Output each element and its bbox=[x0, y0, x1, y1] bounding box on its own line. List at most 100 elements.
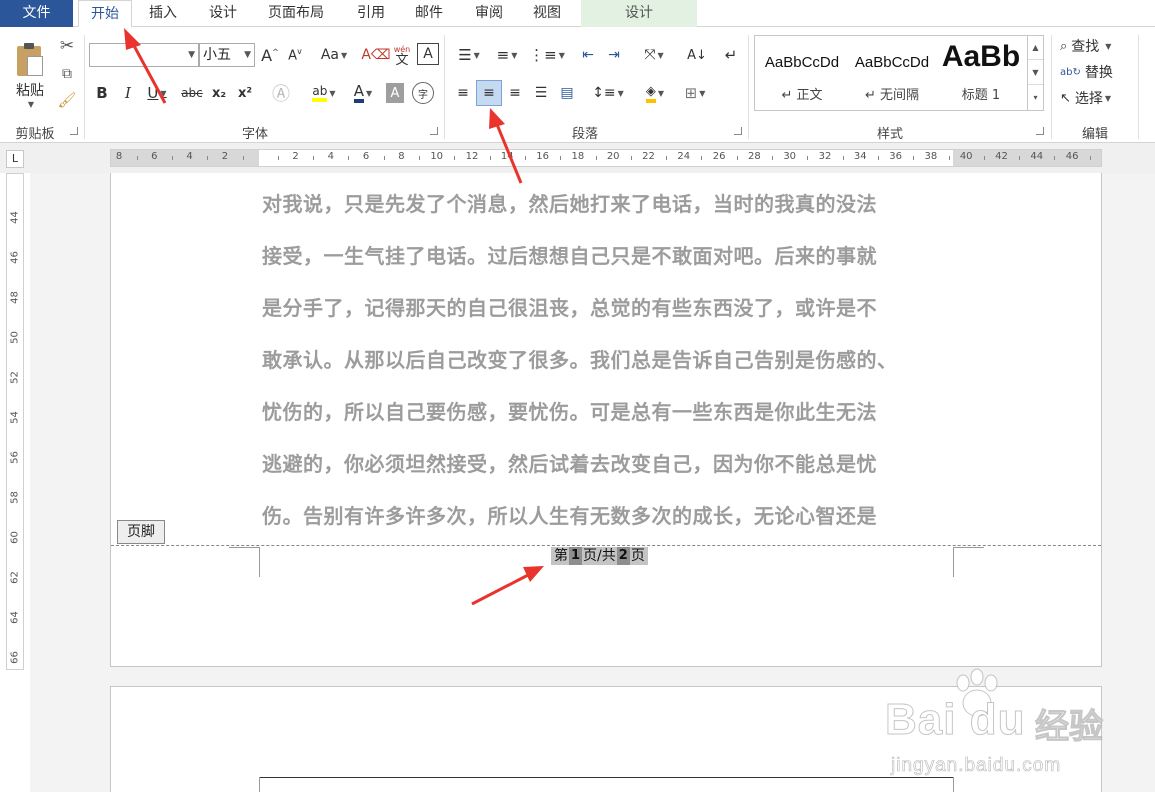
distributed-button[interactable]: ▤ bbox=[556, 81, 578, 105]
tab-header-footer-design[interactable]: 设计 bbox=[581, 0, 697, 27]
chevron-down-icon: ▼ bbox=[657, 88, 665, 98]
increase-indent-button[interactable]: ⇥ bbox=[602, 43, 626, 67]
paintbrush-icon: 🖌 bbox=[57, 91, 77, 109]
replace-button[interactable]: ab↻ 替换 bbox=[1060, 61, 1132, 83]
line-spacing-button[interactable]: ↕≡ ▼ bbox=[590, 81, 626, 105]
ribbon-tab-bar: 文件 开始 插入 设计 页面布局 引用 邮件 审阅 视图 设计 bbox=[0, 0, 1155, 28]
style-no-spacing[interactable]: AaBbCcDd ↵ 无间隔 bbox=[847, 36, 937, 110]
subscript-button[interactable]: x₂ bbox=[208, 81, 230, 105]
clear-formatting-button[interactable]: A⌫ bbox=[361, 43, 390, 67]
tab-mailings[interactable]: 邮件 bbox=[406, 0, 452, 27]
ruler-tick bbox=[913, 156, 915, 160]
bold-button[interactable]: B bbox=[92, 81, 112, 105]
footer-page-number[interactable]: 第 1 页/共 2 页 bbox=[551, 547, 648, 565]
ruler-label: 26 bbox=[712, 151, 726, 162]
vertical-ruler-label: 48 bbox=[9, 291, 21, 304]
ruler-tick bbox=[454, 156, 456, 160]
format-painter-button[interactable]: 🖌 bbox=[56, 89, 78, 111]
shading-button[interactable]: ◈ ▼ bbox=[638, 81, 672, 105]
align-right-button[interactable]: ≡ bbox=[504, 81, 526, 105]
body-text-line[interactable]: 敢承认。从那以后自己改变了很多。我们总是告诉自己告别是伤感的、 bbox=[262, 344, 954, 373]
horizontal-ruler[interactable]: 8 6 4 2 2 4 6 8 10 12 14 16 18 20 22 24 26 28 30 32 34 36 38 40… bbox=[110, 149, 1102, 167]
ruler-label: 4 bbox=[327, 151, 334, 162]
show-formatting-marks-button[interactable]: ↵ bbox=[720, 43, 742, 67]
justify-button[interactable]: ☰ bbox=[530, 81, 552, 105]
ruler-area: L 8 6 4 2 2 4 6 8 10 12 14 16 18 20 22 24 26 28 30 32 34 36 38… bbox=[0, 143, 1155, 173]
ruler-label: 2 bbox=[221, 151, 229, 162]
italic-button[interactable]: I bbox=[118, 81, 138, 105]
styles-dialog-launcher[interactable] bbox=[1036, 127, 1044, 135]
font-size-combo[interactable]: 小五 ▼ bbox=[199, 43, 255, 67]
font-color-button[interactable]: A ▼ bbox=[346, 81, 380, 105]
body-text-line[interactable]: 逃避的，你必须坦然接受，然后试着去改变自己，因为你不能总是忧 bbox=[262, 448, 954, 477]
total-pages-field[interactable]: 2 bbox=[616, 547, 630, 565]
group-label-editing: 编辑 bbox=[1081, 127, 1108, 142]
vertical-ruler[interactable]: 44 46 48 50 52 54 56 58 60 62 64 66 bbox=[6, 173, 24, 670]
page-1[interactable]: 对我说，只是先发了个消息，然后她打来了电话，当时的我真的没法 接受，一生气挂了电… bbox=[110, 173, 1102, 667]
paragraph-dialog-launcher[interactable] bbox=[734, 127, 742, 135]
font-name-combo[interactable]: ▼ bbox=[89, 43, 199, 67]
decrease-indent-icon: ⇤ bbox=[582, 47, 594, 63]
body-text-line[interactable]: 对我说，只是先发了个消息，然后她打来了电话，当时的我真的没法 bbox=[262, 188, 954, 217]
grow-font-button[interactable]: A^ bbox=[259, 43, 281, 67]
grow-font-icon: A^ bbox=[261, 45, 279, 65]
style-normal[interactable]: AaBbCcDd ↵ 正文 bbox=[757, 36, 847, 110]
chinese-layout-button[interactable]: ⤧ ▼ bbox=[636, 43, 672, 67]
tab-insert[interactable]: 插入 bbox=[140, 0, 186, 27]
tab-file[interactable]: 文件 bbox=[0, 0, 73, 27]
scissors-icon: ✂ bbox=[59, 36, 75, 56]
character-border-button[interactable]: A bbox=[417, 43, 439, 65]
highlight-button[interactable]: ab ▼ bbox=[306, 81, 342, 105]
enclose-characters-button[interactable]: 字 bbox=[412, 82, 434, 104]
tab-references[interactable]: 引用 bbox=[348, 0, 394, 27]
body-text-line[interactable]: 伤。告别有许多许多次，所以人生有无数多次的成长，无论心智还是 bbox=[262, 500, 954, 529]
shrink-font-button[interactable]: Av bbox=[284, 43, 306, 67]
tab-design[interactable]: 设计 bbox=[200, 0, 246, 27]
strikethrough-button[interactable]: abc bbox=[178, 81, 206, 105]
ruler-tick bbox=[560, 156, 562, 160]
text-effects-button[interactable]: Ⓐ bbox=[270, 81, 292, 105]
underline-button[interactable]: U ▼ bbox=[144, 81, 170, 105]
font-dialog-launcher[interactable] bbox=[430, 127, 438, 135]
decrease-indent-button[interactable]: ⇤ bbox=[576, 43, 600, 67]
phonetic-guide-button[interactable]: wén 文 bbox=[390, 41, 414, 69]
tab-page-layout[interactable]: 页面布局 bbox=[258, 0, 334, 27]
ruler-tick bbox=[948, 156, 950, 160]
numbering-button[interactable]: ≡ ▼ bbox=[490, 43, 524, 67]
clipboard-dialog-launcher[interactable] bbox=[70, 127, 78, 135]
paste-button[interactable]: 粘贴 ▼ bbox=[8, 35, 52, 115]
find-button[interactable]: ⌕ 查找 ▼ bbox=[1060, 35, 1132, 57]
character-border-char: A bbox=[423, 46, 433, 62]
style-heading-1[interactable]: AaBb 标题 1 bbox=[935, 36, 1027, 110]
body-text-line[interactable]: 接受，一生气挂了电话。过后想想自己只是不敢面对吧。后来的事就 bbox=[262, 240, 954, 269]
body-text-line[interactable]: 是分手了，记得那天的自己很沮丧，总觉的有些东西没了，或许是不 bbox=[262, 292, 954, 321]
gallery-up-button[interactable]: ▲ bbox=[1028, 36, 1043, 60]
borders-button[interactable]: ⊞ ▼ bbox=[678, 81, 712, 105]
superscript-button[interactable]: x² bbox=[234, 81, 256, 105]
ruler-tick bbox=[171, 156, 173, 160]
text-effects-icon: Ⓐ bbox=[272, 84, 290, 105]
character-shading-button[interactable]: A bbox=[386, 83, 404, 103]
ruler-label: 20 bbox=[606, 151, 620, 162]
ribbon: 粘贴 ▼ ✂ ⧉ 🖌 剪贴板 ▼ 小五 ▼ A^ Av Aa ▼ A⌫ wén 文… bbox=[0, 27, 1155, 143]
tab-stop-selector[interactable]: L bbox=[6, 150, 24, 168]
align-left-button[interactable]: ≡ bbox=[452, 81, 474, 105]
ruler-label: 6 bbox=[151, 151, 158, 162]
align-center-button[interactable]: ≡ bbox=[476, 80, 502, 106]
select-button[interactable]: ↖ 选择 ▼ bbox=[1060, 87, 1132, 109]
tab-review[interactable]: 审阅 bbox=[466, 0, 512, 27]
sort-button[interactable]: A↓ bbox=[686, 43, 708, 67]
change-case-button[interactable]: Aa ▼ bbox=[316, 43, 352, 67]
tab-view[interactable]: 视图 bbox=[524, 0, 570, 27]
styles-gallery-scroll: ▲ ▼ ▾ bbox=[1027, 36, 1043, 110]
bullets-button[interactable]: ☰ ▼ bbox=[452, 43, 486, 67]
gallery-more-button[interactable]: ▾ bbox=[1028, 86, 1043, 110]
gallery-down-button[interactable]: ▼ bbox=[1028, 61, 1043, 85]
tab-home[interactable]: 开始 bbox=[78, 0, 132, 28]
current-page-field[interactable]: 1 bbox=[569, 547, 583, 565]
body-text-line[interactable]: 忧伤的，所以自己要伤感，要忧伤。可是总有一些东西是你此生无法 bbox=[262, 396, 954, 425]
multilevel-list-button[interactable]: ⋮≡ ▼ bbox=[529, 43, 565, 67]
group-separator bbox=[84, 35, 85, 139]
copy-button[interactable]: ⧉ bbox=[56, 63, 78, 85]
cut-button[interactable]: ✂ bbox=[56, 35, 78, 57]
